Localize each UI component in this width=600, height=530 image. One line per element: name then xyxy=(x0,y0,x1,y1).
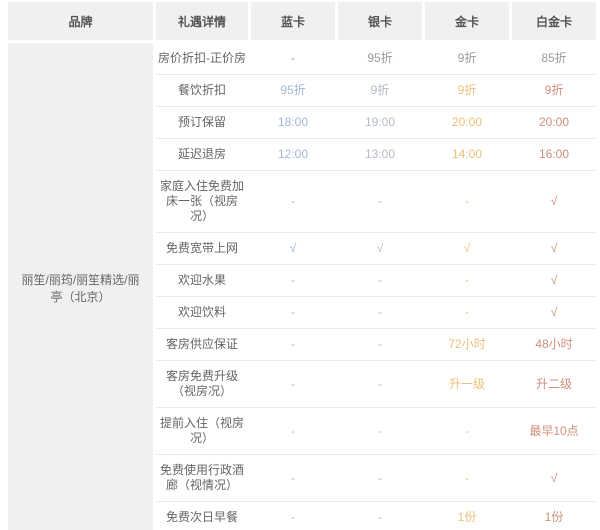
benefit-value-cell: 95折 xyxy=(338,51,422,66)
benefit-value-cell: √ xyxy=(425,241,509,256)
membership-benefits-page: 品牌礼遇详情蓝卡银卡金卡白金卡 丽笙/丽筠/丽笙精选/丽亭（北京） 房价折扣-正… xyxy=(0,0,600,530)
membership-benefits-table: 品牌礼遇详情蓝卡银卡金卡白金卡 丽笙/丽筠/丽笙精选/丽亭（北京） 房价折扣-正… xyxy=(8,2,596,530)
benefit-value-cell: - xyxy=(251,510,335,525)
table-row: 免费次日早餐--1份1份 xyxy=(156,502,596,530)
column-header-5: 白金卡 xyxy=(512,2,596,40)
benefit-label: 延迟退房 xyxy=(156,147,248,162)
benefit-value-cell: 95折 xyxy=(251,83,335,98)
benefit-value-cell: - xyxy=(425,273,509,288)
benefit-label: 家庭入住免费加床一张（视房况） xyxy=(156,179,248,224)
table-row: 延迟退房12:0013:0014:0016:00 xyxy=(156,139,596,171)
benefit-value-cell: - xyxy=(425,424,509,439)
benefit-value-cell: - xyxy=(338,337,422,352)
benefit-value-cell: 20:00 xyxy=(425,115,509,130)
benefit-value-cell: 18:00 xyxy=(251,115,335,130)
benefit-value-cell: 1份 xyxy=(425,510,509,525)
benefit-value-cell: 12:00 xyxy=(251,147,335,162)
benefit-value-cell: 9折 xyxy=(338,83,422,98)
table-row: 家庭入住免费加床一张（视房况）---√ xyxy=(156,171,596,233)
column-header-2: 蓝卡 xyxy=(251,2,335,40)
benefit-value-cell: 9折 xyxy=(425,51,509,66)
benefit-value-cell: 72小时 xyxy=(425,337,509,352)
benefit-value-cell: - xyxy=(251,194,335,209)
table-row: 欢迎水果---√ xyxy=(156,265,596,297)
benefit-value-cell: - xyxy=(251,273,335,288)
table-row: 餐饮折扣95折9折9折9折 xyxy=(156,75,596,107)
benefit-value-cell: 19:00 xyxy=(338,115,422,130)
benefit-value-cell: - xyxy=(251,337,335,352)
benefit-value-cell: √ xyxy=(251,241,335,256)
benefit-value-cell: 9折 xyxy=(425,83,509,98)
table-row: 客房供应保证--72小时48小时 xyxy=(156,329,596,361)
benefit-value-cell: 14:00 xyxy=(425,147,509,162)
benefit-label: 餐饮折扣 xyxy=(156,83,248,98)
table-row: 免费宽带上网√√√√ xyxy=(156,233,596,265)
brand-cell: 丽笙/丽筠/丽笙精选/丽亭（北京） xyxy=(8,43,153,530)
benefit-value-cell: - xyxy=(425,305,509,320)
table-row: 房价折扣-正价房-95折9折85折 xyxy=(156,43,596,75)
benefit-value-cell: - xyxy=(338,194,422,209)
benefit-value-cell: 20:00 xyxy=(512,115,596,130)
benefit-value-cell: - xyxy=(338,273,422,288)
column-header-0: 品牌 xyxy=(8,2,153,40)
benefit-label: 欢迎水果 xyxy=(156,273,248,288)
benefit-value-cell: √ xyxy=(512,305,596,320)
benefit-label: 客房供应保证 xyxy=(156,337,248,352)
benefit-rows: 房价折扣-正价房-95折9折85折餐饮折扣95折9折9折9折预订保留18:001… xyxy=(156,43,596,530)
benefit-value-cell: 85折 xyxy=(512,51,596,66)
column-header-1: 礼遇详情 xyxy=(156,2,248,40)
benefit-value-cell: - xyxy=(251,424,335,439)
column-header-4: 金卡 xyxy=(425,2,509,40)
benefit-value-cell: - xyxy=(425,471,509,486)
benefit-value-cell: √ xyxy=(512,194,596,209)
benefit-value-cell: 1份 xyxy=(512,510,596,525)
benefit-value-cell: - xyxy=(425,194,509,209)
benefit-label: 免费宽带上网 xyxy=(156,241,248,256)
benefit-value-cell: 升二级 xyxy=(512,377,596,392)
table-row: 欢迎饮料---√ xyxy=(156,297,596,329)
benefit-label: 提前入住（视房况） xyxy=(156,416,248,446)
benefit-value-cell: - xyxy=(338,510,422,525)
table-row: 客房免费升级（视房况）--升一级升二级 xyxy=(156,361,596,408)
table-header-row: 品牌礼遇详情蓝卡银卡金卡白金卡 xyxy=(8,2,596,40)
table-row: 预订保留18:0019:0020:0020:00 xyxy=(156,107,596,139)
benefit-value-cell: 48小时 xyxy=(512,337,596,352)
benefit-value-cell: 升一级 xyxy=(425,377,509,392)
benefit-value-cell: - xyxy=(251,377,335,392)
benefit-value-cell: - xyxy=(251,51,335,66)
benefit-value-cell: - xyxy=(338,377,422,392)
benefit-value-cell: √ xyxy=(338,241,422,256)
benefit-value-cell: 9折 xyxy=(512,83,596,98)
benefit-value-cell: √ xyxy=(512,471,596,486)
benefit-value-cell: - xyxy=(251,305,335,320)
benefit-value-cell: √ xyxy=(512,241,596,256)
table-row: 免费使用行政酒廊（视情况）---√ xyxy=(156,455,596,502)
column-header-3: 银卡 xyxy=(338,2,422,40)
benefit-value-cell: - xyxy=(251,471,335,486)
table-body: 丽笙/丽筠/丽笙精选/丽亭（北京） 房价折扣-正价房-95折9折85折餐饮折扣9… xyxy=(8,43,596,530)
benefit-value-cell: 16:00 xyxy=(512,147,596,162)
benefit-value-cell: 13:00 xyxy=(338,147,422,162)
benefit-value-cell: - xyxy=(338,424,422,439)
benefit-label: 免费次日早餐 xyxy=(156,510,248,525)
benefit-label: 预订保留 xyxy=(156,115,248,130)
benefit-value-cell: 最早10点 xyxy=(512,424,596,439)
benefit-value-cell: - xyxy=(338,471,422,486)
benefit-label: 房价折扣-正价房 xyxy=(156,51,248,66)
benefit-label: 欢迎饮料 xyxy=(156,305,248,320)
benefit-value-cell: √ xyxy=(512,273,596,288)
table-row: 提前入住（视房况）---最早10点 xyxy=(156,408,596,455)
benefit-label: 免费使用行政酒廊（视情况） xyxy=(156,463,248,493)
benefit-label: 客房免费升级（视房况） xyxy=(156,369,248,399)
benefit-value-cell: - xyxy=(338,305,422,320)
